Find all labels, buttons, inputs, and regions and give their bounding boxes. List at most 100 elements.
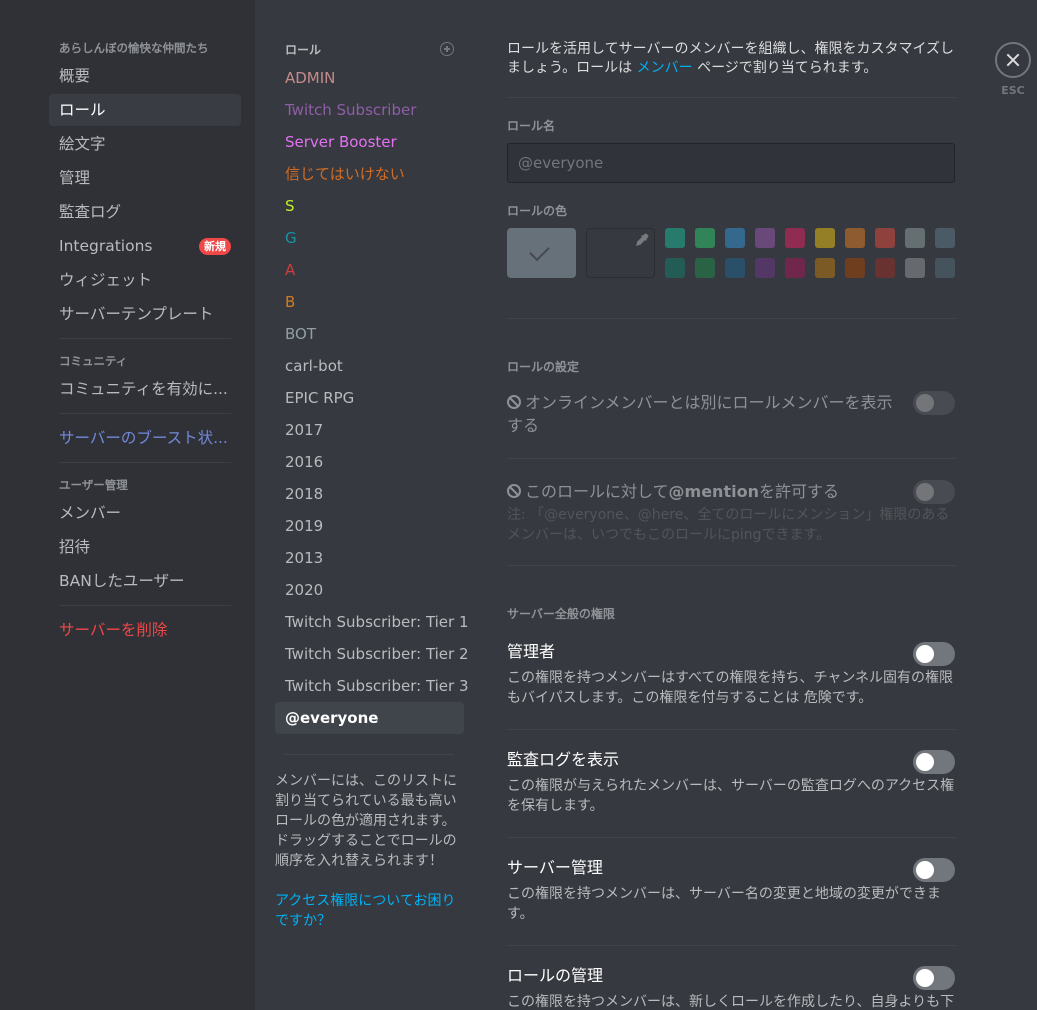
permission-toggle[interactable]: [913, 858, 955, 882]
color-swatch[interactable]: [815, 228, 835, 248]
role-item[interactable]: 2020: [275, 574, 464, 606]
new-badge: 新規: [199, 238, 231, 255]
permission-toggle[interactable]: [913, 750, 955, 774]
role-item[interactable]: S: [275, 190, 464, 222]
color-swatch[interactable]: [905, 228, 925, 248]
sidebar-item-moderation[interactable]: 管理: [49, 162, 241, 194]
role-item[interactable]: 2016: [275, 446, 464, 478]
role-item[interactable]: A: [275, 254, 464, 286]
sidebar-item-members[interactable]: メンバー: [49, 497, 241, 529]
plus-circle-icon[interactable]: [440, 42, 454, 56]
role-item[interactable]: 2019: [275, 510, 464, 542]
eyedropper-icon: [635, 233, 649, 247]
close-icon[interactable]: [995, 42, 1031, 78]
role-item[interactable]: Twitch Subscriber: Tier 2: [275, 638, 469, 670]
permission-title: ロールの管理: [507, 966, 604, 985]
divider: [507, 837, 955, 838]
permission-title: 管理者: [507, 642, 556, 661]
role-item[interactable]: carl-bot: [275, 350, 464, 382]
disabled-icon: [507, 484, 521, 498]
permission-description: この権限を持つメンバーは、新しくロールを作成したり、自身よりも下: [507, 994, 955, 1010]
role-item[interactable]: 2013: [275, 542, 464, 574]
role-name-label: ロール名: [507, 119, 556, 133]
default-color-swatch[interactable]: [507, 228, 576, 278]
divider: [507, 97, 955, 98]
server-settings-list: 概要 ロール 絵文字 管理 監査ログ Integrations 新規 ウィジェッ…: [49, 60, 241, 330]
role-item[interactable]: BOT: [275, 318, 464, 350]
permission-toggle[interactable]: [913, 966, 955, 990]
sidebar-item-widget[interactable]: ウィジェット: [49, 264, 241, 296]
color-swatch[interactable]: [905, 258, 925, 278]
role-item[interactable]: Twitch Subscriber: Tier 3: [275, 670, 469, 702]
color-swatch[interactable]: [815, 258, 835, 278]
custom-color-swatch[interactable]: [586, 228, 655, 278]
color-swatch[interactable]: [785, 258, 805, 278]
permission-toggle[interactable]: [913, 642, 955, 666]
permissions-help-link[interactable]: アクセス権限についてお困りですか？: [275, 891, 464, 931]
sidebar-item-audit-log[interactable]: 監査ログ: [49, 196, 241, 228]
color-swatch[interactable]: [875, 258, 895, 278]
color-swatch[interactable]: [935, 228, 955, 248]
color-swatch[interactable]: [755, 258, 775, 278]
color-swatch[interactable]: [935, 258, 955, 278]
server-name-header: あらしんぼの愉快な仲間たち: [59, 41, 209, 55]
permission-row: 監査ログを表示 この権限が与えられたメンバーは、サーバーの監査ログへのアクセス権を…: [507, 750, 955, 816]
role-item[interactable]: 信じてはいけない: [275, 158, 464, 190]
role-name-input[interactable]: @everyone: [507, 143, 955, 183]
role-item[interactable]: EPIC RPG: [275, 382, 464, 414]
sidebar-item-label: Integrations: [59, 237, 153, 255]
role-item[interactable]: 2017: [275, 414, 464, 446]
color-swatch[interactable]: [695, 258, 715, 278]
general-permissions-label: サーバー全般の権限: [507, 607, 615, 621]
mention-title-part: このロールに対して: [525, 482, 669, 501]
sidebar-item-invites[interactable]: 招待: [49, 531, 241, 563]
sidebar-item-roles[interactable]: ロール: [49, 94, 241, 126]
sidebar-divider: [59, 338, 231, 339]
sidebar-item-emoji[interactable]: 絵文字: [49, 128, 241, 160]
sidebar-item-enable-community[interactable]: コミュニティを有効に...: [49, 373, 241, 405]
mention-setting-note: 注: 「@everyone、@here、全てのロールにメンション」権限のあるメン…: [507, 507, 950, 543]
divider: [507, 729, 955, 730]
color-swatch[interactable]: [665, 228, 685, 248]
color-swatch[interactable]: [665, 258, 685, 278]
color-swatch[interactable]: [845, 228, 865, 248]
hoist-setting-label: オンラインメンバーとは別にロールメンバーを表示する: [507, 393, 893, 435]
color-swatch[interactable]: [725, 258, 745, 278]
color-swatch[interactable]: [785, 228, 805, 248]
role-item[interactable]: Server Booster: [275, 126, 464, 158]
permission-description: この権限が与えられたメンバーは、サーバーの監査ログへのアクセス権を保有します。: [507, 778, 955, 814]
delete-server-button[interactable]: サーバーを削除: [49, 614, 241, 646]
sidebar-item-overview[interactable]: 概要: [49, 60, 241, 92]
disabled-icon: [507, 395, 521, 409]
hoist-setting-title: オンラインメンバーとは別にロールメンバーを表示する: [507, 391, 902, 437]
hoist-toggle[interactable]: [913, 391, 955, 415]
toggle-knob: [916, 645, 934, 663]
permission-description: この権限を持つメンバーはすべての権限を持ち、チャンネル固有の権限もバイパスします…: [507, 670, 954, 706]
role-item[interactable]: @everyone: [275, 702, 464, 734]
role-item[interactable]: Twitch Subscriber: [275, 94, 464, 126]
user-management-header: ユーザー管理: [59, 478, 128, 492]
sidebar-item-bans[interactable]: BANしたユーザー: [49, 565, 241, 597]
role-item[interactable]: ADMIN: [275, 62, 464, 94]
permission-row: ロールの管理この権限を持つメンバーは、新しくロールを作成したり、自身よりも下: [507, 966, 955, 1010]
role-item[interactable]: G: [275, 222, 464, 254]
mention-toggle[interactable]: [913, 480, 955, 504]
color-picker: [507, 228, 955, 278]
divider: [507, 565, 955, 566]
sidebar-item-integrations[interactable]: Integrations 新規: [49, 230, 241, 262]
color-swatch[interactable]: [695, 228, 715, 248]
color-swatch[interactable]: [755, 228, 775, 248]
sidebar-item-server-boost-status[interactable]: サーバーのブースト状...: [49, 422, 241, 454]
sidebar-item-server-template[interactable]: サーバーテンプレート: [49, 298, 241, 330]
color-swatch[interactable]: [845, 258, 865, 278]
members-page-link[interactable]: メンバー: [637, 60, 693, 76]
mention-setting: このロールに対して@mentionを許可する 注: 「@everyone、@he…: [507, 480, 955, 545]
sidebar-divider: [59, 462, 231, 463]
role-editor: ロールを活用してサーバーのメンバーを組織し、権限をカスタマイズしましょう。ロール…: [507, 40, 955, 1010]
color-swatch[interactable]: [875, 228, 895, 248]
hoist-setting: オンラインメンバーとは別にロールメンバーを表示する: [507, 391, 955, 437]
role-item[interactable]: B: [275, 286, 464, 318]
role-item[interactable]: 2018: [275, 478, 464, 510]
color-swatch[interactable]: [725, 228, 745, 248]
role-item[interactable]: Twitch Subscriber: Tier 1: [275, 606, 469, 638]
